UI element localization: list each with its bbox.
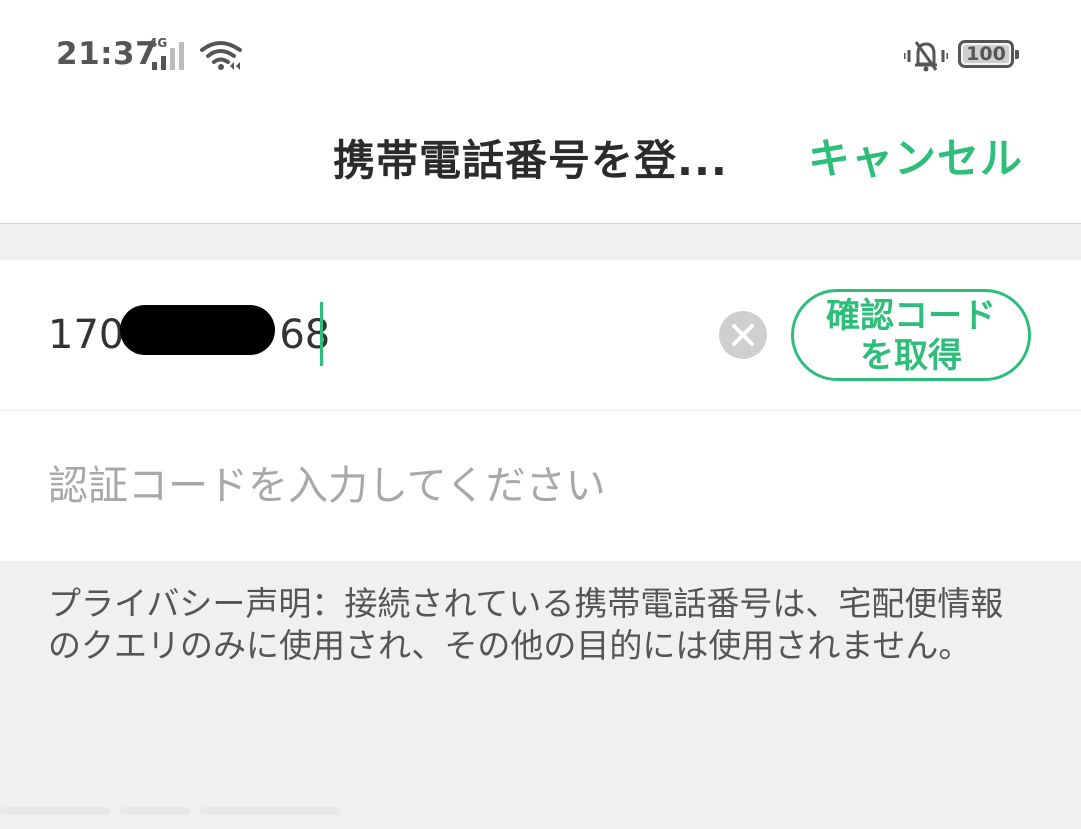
get-code-label-line1: 確認コード bbox=[826, 296, 996, 336]
cancel-button[interactable]: キャンセル bbox=[808, 125, 1023, 186]
wifi-icon bbox=[200, 41, 242, 70]
battery-icon: 100 bbox=[958, 40, 1019, 68]
network-type: 4G bbox=[149, 36, 168, 50]
redaction-mask bbox=[120, 305, 275, 355]
battery-level: 100 bbox=[966, 43, 1006, 65]
verification-code-row bbox=[0, 411, 1081, 561]
get-code-button[interactable]: 確認コード を取得 bbox=[791, 289, 1031, 381]
nav-bar: 携帯電話番号を登... キャンセル bbox=[0, 105, 1081, 224]
phone-number-prefix: 170 bbox=[48, 312, 125, 358]
page-title: 携帯電話番号を登... bbox=[333, 136, 728, 185]
text-caret bbox=[320, 302, 323, 366]
signal-icon: 4G bbox=[149, 36, 189, 70]
get-code-label-line2: を取得 bbox=[860, 336, 962, 376]
privacy-statement: プライバシー声明：接続されている携帯電話番号は、宅配便情報のクエリのみに使用され… bbox=[48, 584, 1004, 665]
status-bar: 21:37 4G 100 bbox=[0, 0, 1081, 105]
status-time: 21:37 bbox=[56, 36, 158, 72]
verification-code-input[interactable] bbox=[48, 456, 1028, 516]
watermark bbox=[0, 800, 400, 820]
clear-icon[interactable] bbox=[719, 311, 767, 359]
bell-vibrate-icon bbox=[904, 41, 948, 72]
phone-number-row: 170 68 確認コード を取得 bbox=[0, 260, 1081, 411]
